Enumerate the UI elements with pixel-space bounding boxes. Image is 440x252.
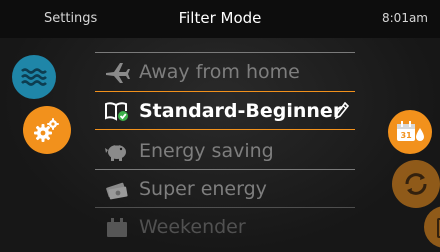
book-check-icon (95, 91, 139, 130)
calendar-icon (95, 208, 139, 247)
airplane-icon (95, 53, 139, 92)
mode-label: Energy saving (139, 139, 274, 162)
mode-label: Standard-Beginner (139, 99, 343, 122)
calendar-drop-icon: 31 (397, 121, 424, 141)
mode-super-energy[interactable]: Super energy (95, 169, 355, 208)
edit-pencil-icon[interactable] (334, 101, 350, 124)
piggy-bank-icon (95, 131, 139, 170)
mode-list: Away from home Standard-Beginner Energy … (95, 52, 355, 252)
mode-label: Away from home (139, 61, 300, 83)
schedule-button[interactable]: 31 (388, 110, 432, 154)
cycle-button[interactable] (392, 160, 440, 208)
mode-standard-beginner[interactable]: Standard-Beginner (95, 91, 355, 130)
money-icon (95, 170, 139, 209)
water-button[interactable] (12, 55, 56, 99)
svg-text:31: 31 (401, 131, 413, 140)
mode-energy-saving[interactable]: Energy saving (95, 131, 355, 170)
waves-icon (21, 68, 47, 86)
gears-icon (34, 118, 59, 142)
page-title: Filter Mode (178, 9, 262, 27)
top-bar: Settings Filter Mode 8:01am (0, 0, 440, 38)
mode-away-from-home[interactable]: Away from home (95, 52, 355, 91)
screen: Settings Filter Mode 8:01am Away from ho… (0, 0, 440, 252)
clipboard-icon (437, 218, 440, 238)
cycle-icon (405, 173, 427, 195)
mode-weekender[interactable]: Weekender (95, 207, 355, 246)
settings-gears-button[interactable] (23, 106, 71, 154)
mode-label: Super energy (139, 178, 267, 200)
clipboard-button[interactable] (424, 206, 440, 248)
clock: 8:01am (382, 11, 428, 25)
mode-label: Weekender (139, 216, 246, 238)
